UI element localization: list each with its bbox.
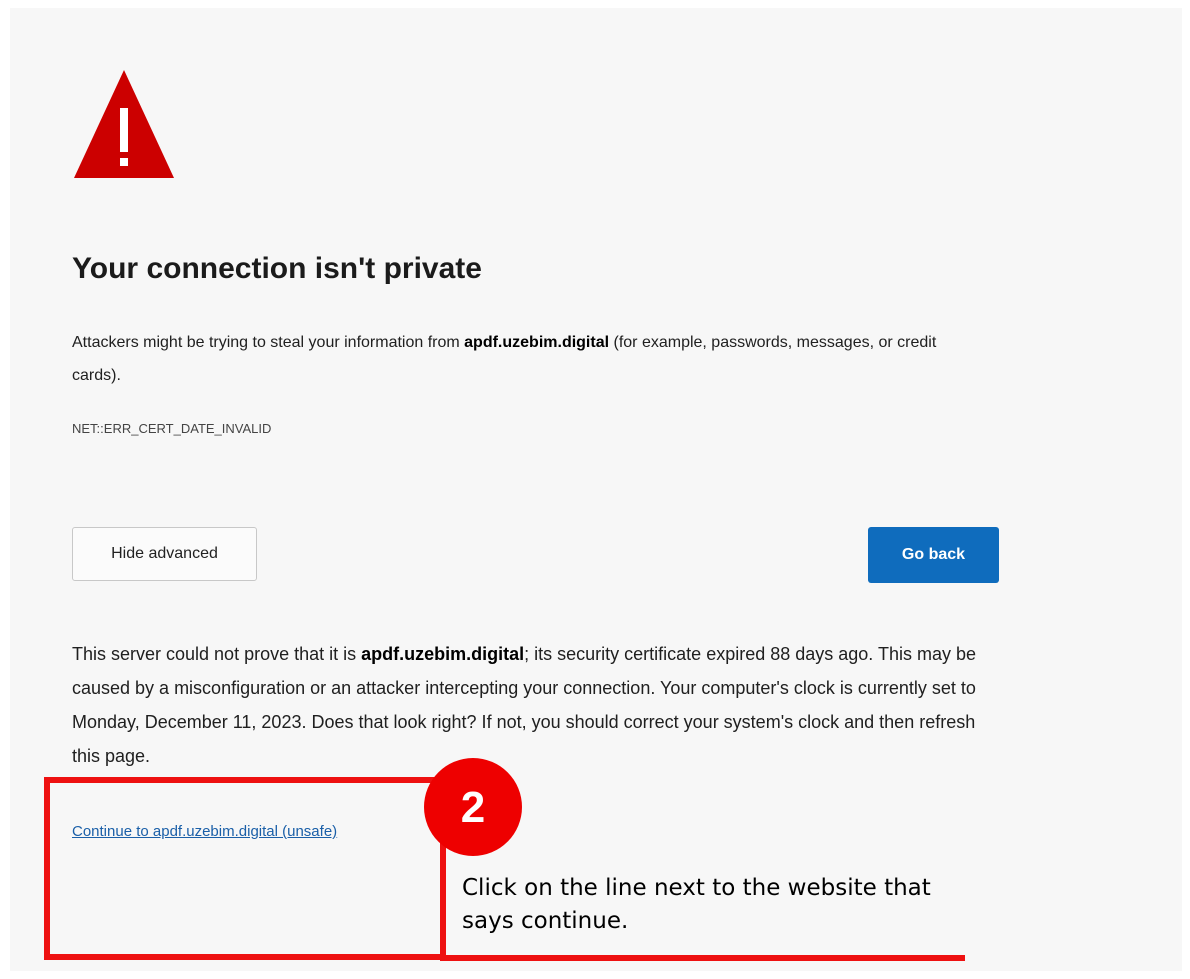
warning-description: Attackers might be trying to steal your …	[72, 326, 972, 392]
advanced-details: This server could not prove that it is a…	[72, 637, 1007, 773]
site-domain: apdf.uzebim.digital	[464, 334, 610, 351]
highlight-box	[44, 777, 446, 960]
warning-triangle-icon	[74, 70, 174, 178]
step-number-badge: 2	[424, 758, 522, 856]
description-text: Attackers might be trying to steal your …	[72, 334, 465, 351]
highlight-underline	[440, 955, 965, 961]
error-code: NET::ERR_CERT_DATE_INVALID	[72, 421, 272, 436]
details-text: This server could not prove that it is	[72, 644, 362, 664]
instruction-callout: Click on the line next to the website th…	[462, 875, 931, 934]
hide-advanced-button[interactable]: Hide advanced	[72, 527, 257, 581]
go-back-button[interactable]: Go back	[868, 527, 999, 583]
page-title: Your connection isn't private	[72, 252, 482, 285]
site-domain: apdf.uzebim.digital	[361, 644, 525, 664]
